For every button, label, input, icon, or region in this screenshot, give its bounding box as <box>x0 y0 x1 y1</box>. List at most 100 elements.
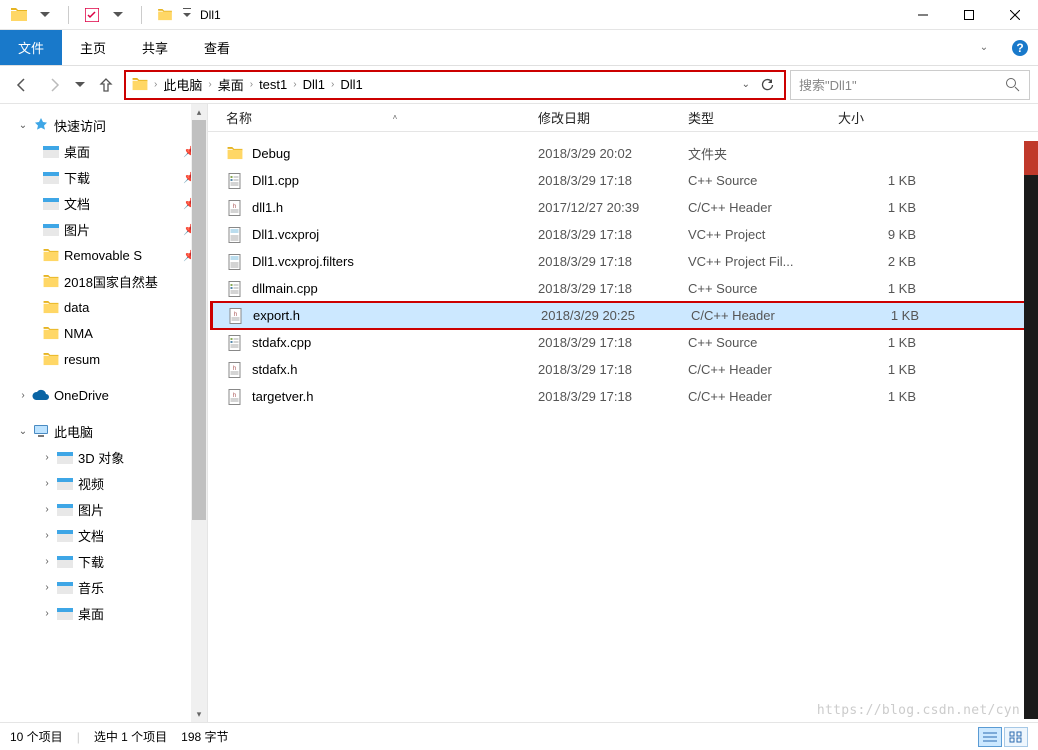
close-button[interactable] <box>992 0 1038 30</box>
file-type: C/C++ Header <box>688 362 838 377</box>
chevron-right-icon[interactable]: › <box>42 478 52 489</box>
file-date: 2018/3/29 17:18 <box>538 362 688 377</box>
scrollbar[interactable]: ▴ ▾ <box>191 104 207 722</box>
search-icon <box>1005 77 1021 93</box>
sidebar-item[interactable]: Removable S📌 <box>0 242 207 268</box>
breadcrumb-item[interactable]: test1 <box>259 77 287 92</box>
chevron-right-icon[interactable]: › <box>204 79 215 90</box>
column-type[interactable]: 类型 <box>688 108 838 127</box>
sidebar-item[interactable]: ›图片 <box>0 496 207 522</box>
qat-dropdown2-icon[interactable] <box>107 4 129 26</box>
scroll-down-icon[interactable]: ▾ <box>191 706 207 722</box>
chevron-right-icon[interactable]: › <box>42 582 52 593</box>
file-type: 文件夹 <box>688 144 838 163</box>
file-row[interactable]: Dll1.cpp2018/3/29 17:18C++ Source1 KB <box>208 167 1038 194</box>
file-icon <box>226 145 244 163</box>
chevron-right-icon[interactable]: › <box>42 556 52 567</box>
file-row[interactable]: Debug2018/3/29 20:02文件夹 <box>208 140 1038 167</box>
nav-recent-icon[interactable] <box>72 71 88 99</box>
sidebar-item[interactable]: 下载📌 <box>0 164 207 190</box>
folder-icon <box>42 220 60 238</box>
file-size: 1 KB <box>838 335 926 350</box>
quick-access[interactable]: ⌄快速访问 <box>0 112 207 138</box>
folder-icon <box>132 77 148 93</box>
chevron-right-icon[interactable]: › <box>42 504 52 515</box>
file-row[interactable]: Dll1.vcxproj.filters2018/3/29 17:18VC++ … <box>208 248 1038 275</box>
chevron-right-icon[interactable]: › <box>150 79 161 90</box>
file-icon: h <box>226 388 244 406</box>
file-icon: h <box>226 361 244 379</box>
sidebar-item[interactable]: ›文档 <box>0 522 207 548</box>
sidebar-item[interactable]: ›桌面 <box>0 600 207 626</box>
tab-file[interactable]: 文件 <box>0 30 62 65</box>
chevron-down-icon[interactable]: ⌄ <box>18 426 28 437</box>
maximize-button[interactable] <box>946 0 992 30</box>
folder-icon <box>42 194 60 212</box>
sidebar-item[interactable]: ›3D 对象 <box>0 444 207 470</box>
file-row[interactable]: Dll1.vcxproj2018/3/29 17:18VC++ Project9… <box>208 221 1038 248</box>
tab-home[interactable]: 主页 <box>62 30 124 65</box>
file-row[interactable]: hexport.h2018/3/29 20:25C/C++ Header1 KB <box>210 301 1030 330</box>
sidebar-item[interactable]: ›音乐 <box>0 574 207 600</box>
minimize-button[interactable] <box>900 0 946 30</box>
tab-view[interactable]: 查看 <box>186 30 248 65</box>
chevron-right-icon[interactable]: › <box>289 79 300 90</box>
folder-icon <box>8 4 30 26</box>
qat-dropdown-icon[interactable] <box>34 4 56 26</box>
watermark: https://blog.csdn.net/cyn <box>817 703 1020 718</box>
sidebar-item[interactable]: data <box>0 294 207 320</box>
sidebar-item[interactable]: 2018国家自然基 <box>0 268 207 294</box>
chevron-right-icon[interactable]: › <box>42 452 52 463</box>
file-type: VC++ Project Fil... <box>688 254 838 269</box>
sidebar-item[interactable]: resum <box>0 346 207 372</box>
view-details-button[interactable] <box>978 727 1002 747</box>
sidebar-item[interactable]: NMA <box>0 320 207 346</box>
breadcrumb-item[interactable]: 此电脑 <box>163 75 202 94</box>
search-input[interactable]: 搜索"Dll1" <box>790 70 1030 100</box>
column-size[interactable]: 大小 <box>838 108 933 127</box>
chevron-right-icon[interactable]: › <box>42 608 52 619</box>
chevron-right-icon[interactable]: › <box>18 390 28 401</box>
file-icon <box>226 280 244 298</box>
file-row[interactable]: stdafx.cpp2018/3/29 17:18C++ Source1 KB <box>208 329 1038 356</box>
nav-forward-icon[interactable] <box>40 71 68 99</box>
column-date[interactable]: 修改日期 <box>538 108 688 127</box>
sidebar-item[interactable]: ›下载 <box>0 548 207 574</box>
chevron-down-icon[interactable]: ⌄ <box>18 120 28 131</box>
sidebar-item[interactable]: 桌面📌 <box>0 138 207 164</box>
nav-back-icon[interactable] <box>8 71 36 99</box>
file-row[interactable]: htargetver.h2018/3/29 17:18C/C++ Header1… <box>208 383 1038 410</box>
qat-overflow-icon[interactable] <box>180 4 194 26</box>
help-icon[interactable]: ? <box>1002 30 1038 65</box>
file-list: 名称˄ 修改日期 类型 大小 Debug2018/3/29 20:02文件夹Dl… <box>208 104 1038 722</box>
chevron-right-icon[interactable]: › <box>327 79 338 90</box>
addr-dropdown-icon[interactable]: ⌄ <box>742 79 754 90</box>
file-row[interactable]: hstdafx.h2018/3/29 17:18C/C++ Header1 KB <box>208 356 1038 383</box>
sidebar-item[interactable]: 文档📌 <box>0 190 207 216</box>
chevron-right-icon[interactable]: › <box>246 79 257 90</box>
tab-share[interactable]: 共享 <box>124 30 186 65</box>
chevron-right-icon[interactable]: › <box>42 530 52 541</box>
scroll-up-icon[interactable]: ▴ <box>191 104 207 120</box>
statusbar: 10 个项目 | 选中 1 个项目 198 字节 <box>0 722 1038 750</box>
file-date: 2018/3/29 17:18 <box>538 335 688 350</box>
breadcrumb-item[interactable]: Dll1 <box>340 77 362 92</box>
ribbon-expand-icon[interactable]: ⌄ <box>966 30 1002 65</box>
address-bar[interactable]: › 此电脑 › 桌面 › test1 › Dll1 › Dll1 ⌄ <box>124 70 786 100</box>
file-row[interactable]: dllmain.cpp2018/3/29 17:18C++ Source1 KB <box>208 275 1038 302</box>
file-row[interactable]: hdll1.h2017/12/27 20:39C/C++ Header1 KB <box>208 194 1038 221</box>
file-type: C++ Source <box>688 281 838 296</box>
file-type: C/C++ Header <box>691 308 841 323</box>
column-name[interactable]: 名称˄ <box>208 108 538 127</box>
this-pc[interactable]: ⌄此电脑 <box>0 418 207 444</box>
refresh-icon[interactable] <box>756 74 778 96</box>
breadcrumb-item[interactable]: Dll1 <box>303 77 325 92</box>
breadcrumb-item[interactable]: 桌面 <box>218 75 244 94</box>
onedrive[interactable]: ›OneDrive <box>0 382 207 408</box>
nav-up-icon[interactable] <box>92 71 120 99</box>
sidebar-item[interactable]: ›视频 <box>0 470 207 496</box>
sidebar-item[interactable]: 图片📌 <box>0 216 207 242</box>
view-icons-button[interactable] <box>1004 727 1028 747</box>
scroll-thumb[interactable] <box>192 120 206 520</box>
properties-icon[interactable] <box>81 4 103 26</box>
